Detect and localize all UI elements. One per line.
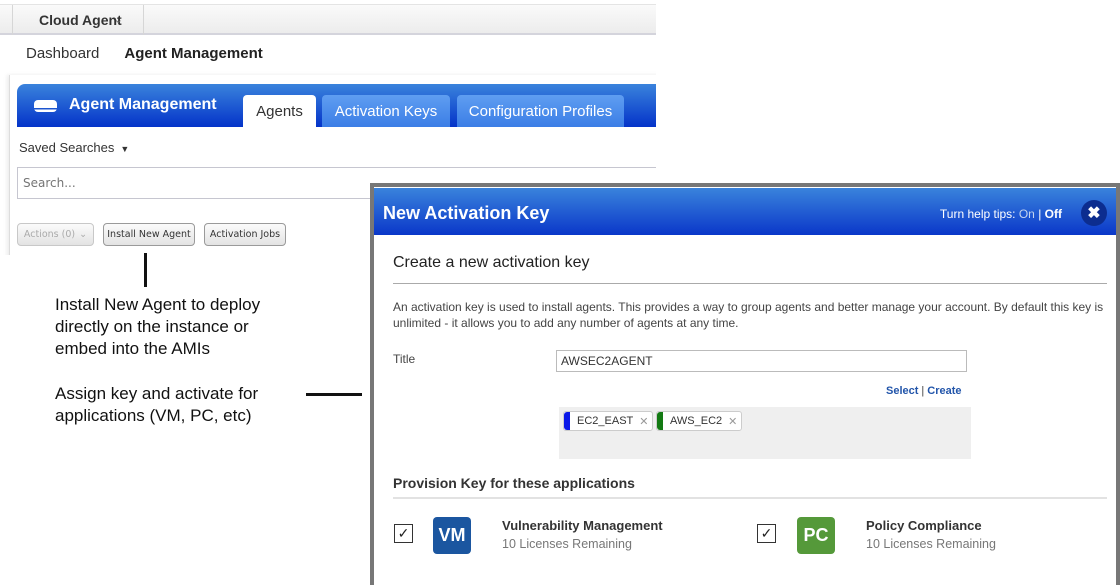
panel-header: Agent Management Agents Activation Keys … <box>17 84 656 127</box>
tab-configuration-profiles[interactable]: Configuration Profiles <box>457 95 624 127</box>
tab-agents-label: Agents <box>256 102 303 120</box>
activation-jobs-button[interactable]: Activation Jobs <box>204 223 286 246</box>
chevron-down-icon: ⌄ <box>113 14 123 26</box>
pc-app-badge: PC <box>797 517 835 554</box>
chevron-down-icon: ⌄ <box>79 229 88 240</box>
create-tag-link[interactable]: Create <box>927 385 961 397</box>
tag-label: AWS_EC2 <box>670 415 723 427</box>
dialog-subtitle: Create a new activation key <box>393 254 590 271</box>
saved-searches-label: Saved Searches <box>19 140 115 155</box>
provision-heading: Provision Key for these applications <box>393 475 635 491</box>
tab-configuration-profiles-label: Configuration Profiles <box>468 102 613 120</box>
annotation-assign: Assign key and activate for applications… <box>55 384 259 425</box>
nav-dashboard[interactable]: Dashboard <box>26 45 99 62</box>
pc-checkbox[interactable]: ✓ <box>757 524 776 543</box>
saved-searches-dropdown[interactable]: Saved Searches ▼ <box>19 140 129 155</box>
help-tips-label: Turn help tips: <box>939 207 1016 221</box>
nav-agent-management[interactable]: Agent Management <box>124 45 262 62</box>
tab-agents[interactable]: Agents <box>243 95 316 127</box>
vm-checkbox[interactable]: ✓ <box>394 524 413 543</box>
link-separator: | <box>921 385 925 397</box>
pc-app-name: Policy Compliance <box>866 518 982 533</box>
checkmark-icon: ✓ <box>760 525 773 541</box>
close-icon[interactable]: ✖ <box>1081 200 1107 226</box>
jobs-label: Activation Jobs <box>209 229 281 240</box>
agent-device-icon <box>34 100 57 112</box>
secondary-nav: Dashboard Agent Management <box>26 45 263 62</box>
panel-title: Agent Management <box>69 96 217 113</box>
help-tips-off[interactable]: Off <box>1045 207 1062 221</box>
vm-licenses: 10 Licenses Remaining <box>502 537 632 551</box>
checkmark-icon: ✓ <box>397 525 410 541</box>
actions-button[interactable]: Actions (0) ⌄ <box>17 223 94 246</box>
tag-links: Select | Create <box>886 385 962 397</box>
vm-app-name: Vulnerability Management <box>502 518 663 533</box>
dialog-description: An activation key is used to install age… <box>393 300 1104 330</box>
install-label: Install New Agent <box>107 229 191 240</box>
new-activation-key-dialog: New Activation Key Turn help tips: On | … <box>370 183 1120 585</box>
select-tags-link[interactable]: Select <box>886 385 918 397</box>
annotation-install: Install New Agent to deploy directly on … <box>55 295 261 358</box>
dialog-title: New Activation Key <box>383 203 550 223</box>
tab-activation-keys-label: Activation Keys <box>334 102 438 120</box>
callout-line-vertical <box>144 253 147 287</box>
tags-box[interactable]: EC2_EAST ✕ AWS_EC2 ✕ <box>559 407 971 459</box>
help-tips-on[interactable]: On <box>1019 207 1035 221</box>
top-bar: Cloud Agent ⌄ <box>0 4 656 35</box>
tag-color-bar <box>564 412 570 430</box>
divider <box>393 283 1107 284</box>
remove-tag-icon[interactable]: ✕ <box>728 415 737 428</box>
tag-label: EC2_EAST <box>577 415 634 427</box>
tab-activation-keys[interactable]: Activation Keys <box>322 95 450 127</box>
title-input[interactable] <box>556 350 967 372</box>
callout-line-horizontal <box>306 393 362 396</box>
tag-aws-ec2: AWS_EC2 ✕ <box>656 411 743 431</box>
help-tips-toggle: Turn help tips: On | Off <box>940 207 1062 221</box>
module-selector[interactable]: Cloud Agent ⌄ <box>12 5 144 35</box>
dialog-header: New Activation Key Turn help tips: On | … <box>374 188 1116 235</box>
tag-ec2-east: EC2_EAST ✕ <box>563 411 654 431</box>
divider <box>393 497 1107 499</box>
caret-down-icon: ▼ <box>120 144 130 154</box>
tag-color-bar <box>657 412 663 430</box>
help-tips-separator: | <box>1038 207 1042 221</box>
title-field-label: Title <box>393 352 416 366</box>
install-new-agent-button[interactable]: Install New Agent <box>103 223 195 246</box>
actions-label: Actions (0) <box>23 229 76 240</box>
vm-app-badge: VM <box>433 517 471 554</box>
module-label: Cloud Agent <box>39 12 122 28</box>
remove-tag-icon[interactable]: ✕ <box>639 415 648 428</box>
pc-licenses: 10 Licenses Remaining <box>866 537 996 551</box>
